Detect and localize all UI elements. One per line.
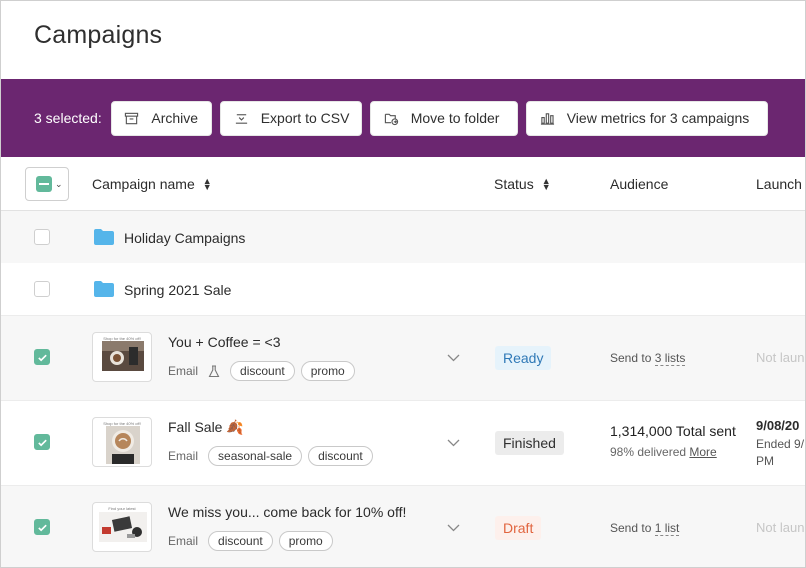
- campaigns-page: Campaigns 3 selected: Archive Export to …: [0, 0, 806, 568]
- folder-row[interactable]: Spring 2021 Sale: [1, 263, 805, 315]
- thumbnail-caption: Find your latest: [108, 506, 136, 511]
- folder-icon: [94, 229, 114, 245]
- audience-delivered-text: 98% delivered: [610, 445, 690, 459]
- campaign-row[interactable]: Shop for the 40% off! You + Coffee = <3 …: [1, 315, 805, 400]
- move-to-folder-button[interactable]: Move to folder: [369, 100, 518, 136]
- launch-status: Not laun: [756, 350, 805, 365]
- tag[interactable]: promo: [278, 531, 333, 551]
- folder-name[interactable]: Spring 2021 Sale: [124, 282, 231, 298]
- more-link[interactable]: More: [689, 445, 716, 459]
- campaign-row[interactable]: Find your latest We miss you... come bac…: [1, 485, 805, 567]
- bulk-actions-bar: 3 selected: Archive Export to CSV Move t…: [1, 79, 805, 157]
- row-checkbox[interactable]: [34, 281, 50, 297]
- channel-label: Email: [168, 364, 199, 378]
- row-checkbox[interactable]: [34, 519, 50, 535]
- flask-icon: [208, 364, 220, 377]
- tag[interactable]: promo: [300, 361, 355, 381]
- check-icon: [38, 439, 47, 447]
- audience-total-sent: 1,314,000 Total sent: [610, 423, 736, 439]
- selected-count: 3 selected:: [34, 110, 102, 126]
- campaign-meta: Email seasonal-sale discount: [168, 446, 373, 466]
- channel-label: Email: [168, 534, 199, 548]
- audience-text: Send to 3 lists: [610, 351, 686, 366]
- column-header-campaign-name[interactable]: Campaign name ▲ ▼: [92, 176, 212, 192]
- tag[interactable]: discount: [208, 531, 273, 551]
- view-metrics-label: View metrics for 3 campaigns: [566, 110, 750, 126]
- audience-lists-link[interactable]: 3 lists: [654, 351, 686, 366]
- folder-name[interactable]: Holiday Campaigns: [124, 230, 245, 246]
- archive-icon: [125, 112, 139, 124]
- launch-status: Not laun: [756, 520, 805, 535]
- status-badge: Draft: [495, 516, 542, 540]
- column-campaign-name-label: Campaign name: [92, 176, 195, 192]
- select-all-checkbox[interactable]: [36, 176, 52, 192]
- table-header: ⌄ Campaign name ▲ ▼ Status ▲ ▼ Audience La…: [1, 157, 805, 211]
- campaign-row[interactable]: Shop for the 40% off! Fall Sale 🍂 Email …: [1, 400, 805, 485]
- expand-chevron-icon[interactable]: [447, 354, 460, 362]
- row-checkbox[interactable]: [34, 229, 50, 245]
- bar-chart-icon: [540, 112, 554, 125]
- view-metrics-button[interactable]: View metrics for 3 campaigns: [525, 100, 768, 136]
- launch-ended: Ended 9/: [756, 437, 805, 451]
- folder-icon: [94, 281, 114, 297]
- column-status-label: Status: [494, 176, 534, 192]
- coffee-image: [102, 341, 144, 371]
- campaign-thumbnail: Shop for the 40% off!: [92, 417, 152, 467]
- latte-image: [106, 426, 140, 464]
- chevron-down-icon: ⌄: [55, 178, 63, 189]
- archive-label: Archive: [151, 110, 199, 126]
- check-icon: [38, 524, 47, 532]
- launch-time: PM: [756, 454, 774, 468]
- row-checkbox[interactable]: [34, 349, 50, 365]
- campaign-name[interactable]: You + Coffee = <3: [168, 334, 281, 350]
- column-header-audience: Audience: [610, 176, 668, 192]
- tag[interactable]: discount: [308, 446, 373, 466]
- audience-text: Send to 1 list: [610, 521, 680, 536]
- sort-icon: ▲ ▼: [202, 176, 212, 192]
- desk-image: [99, 512, 147, 542]
- audience-prefix: Send to: [610, 351, 655, 365]
- status-badge: Ready: [495, 346, 552, 370]
- sort-icon: ▲ ▼: [541, 176, 551, 192]
- folder-move-icon: [384, 113, 398, 125]
- channel-label: Email: [168, 449, 199, 463]
- expand-chevron-icon[interactable]: [447, 524, 460, 532]
- row-checkbox[interactable]: [34, 434, 50, 450]
- campaign-meta: Email discount promo: [168, 531, 333, 551]
- move-to-folder-label: Move to folder: [410, 110, 500, 126]
- campaign-thumbnail: Shop for the 40% off!: [92, 332, 152, 382]
- launch-date: 9/08/20: [756, 418, 800, 433]
- archive-button[interactable]: Archive: [110, 100, 212, 136]
- campaign-meta: Email discount promo: [168, 361, 355, 381]
- expand-chevron-icon[interactable]: [447, 439, 460, 447]
- tag[interactable]: discount: [230, 361, 295, 381]
- export-csv-label: Export to CSV: [260, 110, 350, 126]
- check-icon: [38, 354, 47, 362]
- audience-delivered: 98% delivered More: [610, 445, 717, 459]
- audience-lists-link[interactable]: 1 list: [654, 521, 680, 536]
- audience-prefix: Send to: [610, 521, 655, 535]
- tag[interactable]: seasonal-sale: [208, 446, 303, 466]
- export-csv-button[interactable]: Export to CSV: [219, 100, 362, 136]
- column-header-status[interactable]: Status ▲ ▼: [494, 176, 551, 192]
- column-launch-label: Launch: [756, 176, 802, 192]
- export-icon: [235, 113, 247, 124]
- page-title: Campaigns: [34, 21, 163, 49]
- campaign-thumbnail: Find your latest: [92, 502, 152, 552]
- select-all-dropdown[interactable]: ⌄: [25, 167, 69, 201]
- column-header-launch: Launch: [756, 176, 802, 192]
- folder-row[interactable]: Holiday Campaigns: [1, 211, 805, 263]
- status-badge: Finished: [495, 431, 564, 455]
- campaign-name[interactable]: Fall Sale 🍂: [168, 419, 244, 436]
- column-audience-label: Audience: [610, 176, 669, 192]
- campaign-name[interactable]: We miss you... come back for 10% off!: [168, 504, 406, 520]
